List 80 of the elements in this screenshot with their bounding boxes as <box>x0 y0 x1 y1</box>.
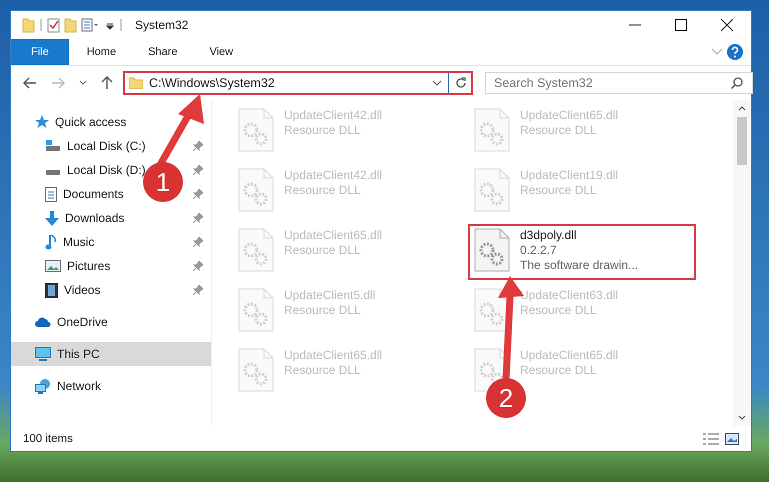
file-name: UpdateClient65.dll <box>520 348 618 362</box>
callout-badge: 2 <box>486 378 526 418</box>
file-description: Resource DLL <box>520 183 598 197</box>
gear-file-icon <box>474 168 510 212</box>
picture-icon <box>45 260 61 272</box>
file-name: UpdateClient63.dll <box>520 288 618 302</box>
scroll-up-icon[interactable] <box>738 106 746 111</box>
file-name: UpdateClient19.dll <box>520 168 618 182</box>
file-description: Resource DLL <box>284 243 362 257</box>
scrollbar-thumb[interactable] <box>737 117 747 165</box>
back-icon[interactable] <box>23 77 37 89</box>
gear-file-icon <box>238 228 274 272</box>
up-icon[interactable] <box>101 76 113 90</box>
file-name: d3dpoly.dll <box>520 228 578 242</box>
file-description: Resource DLL <box>284 303 362 317</box>
document-icon <box>45 186 57 202</box>
item-count: 100 items <box>23 432 73 444</box>
file-description: Resource DLL <box>520 303 598 317</box>
cloud-icon <box>35 317 51 327</box>
file-name: UpdateClient42.dll <box>284 168 382 182</box>
sidebar-item[interactable]: Pictures <box>11 254 211 278</box>
gear-file-icon <box>238 168 274 212</box>
gear-file-icon <box>238 288 274 332</box>
file-description: Resource DLL <box>284 183 362 197</box>
sidebar-item[interactable]: Downloads <box>11 206 211 230</box>
search-field[interactable]: Search System32 <box>485 72 753 94</box>
film-icon <box>45 282 58 298</box>
pin-icon[interactable] <box>193 189 203 199</box>
file-name: UpdateClient65.dll <box>284 228 382 242</box>
download-icon <box>45 210 59 226</box>
scroll-down-icon[interactable] <box>738 415 746 420</box>
star-icon <box>35 115 49 129</box>
dropdown-icon[interactable] <box>432 80 442 86</box>
sidebar-item[interactable]: Music <box>11 230 211 254</box>
pin-icon[interactable] <box>193 165 203 175</box>
sidebar-item[interactable]: This PC <box>11 342 211 366</box>
pin-icon[interactable] <box>193 237 203 247</box>
scrollbar[interactable] <box>733 100 751 426</box>
file-name: UpdateClient65.dll <box>520 108 618 122</box>
file-description: Resource DLL <box>284 123 362 137</box>
ribbon-tab[interactable]: Share <box>134 39 192 65</box>
gear-file-icon <box>474 108 510 152</box>
large-icons-view-icon[interactable] <box>725 432 739 444</box>
gear-file-icon <box>238 108 274 152</box>
file-version: 0.2.2.7 <box>520 243 558 257</box>
help-icon[interactable] <box>727 44 743 60</box>
drive-icon <box>45 140 61 152</box>
file-name: UpdateClient42.dll <box>284 108 382 122</box>
address-field[interactable]: C:\Windows\System32 <box>123 71 473 95</box>
highlighted-file-item[interactable]: d3dpoly.dll 0.2.2.7 The software drawin... <box>468 224 696 280</box>
details-view-icon[interactable] <box>703 432 719 444</box>
file-description: Resource DLL <box>284 363 362 377</box>
sidebar-item[interactable]: Quick access <box>11 110 211 134</box>
pin-icon[interactable] <box>193 261 203 271</box>
refresh-icon[interactable] <box>455 77 467 89</box>
file-name: UpdateClient5.dll <box>284 288 376 302</box>
music-note-icon <box>45 234 57 250</box>
folder-icon <box>129 77 143 89</box>
sidebar-item[interactable]: Videos <box>11 278 211 302</box>
ribbon-tab[interactable]: Home <box>72 39 130 65</box>
window-title: System32 <box>135 18 188 32</box>
gear-file-icon <box>474 228 510 272</box>
file-name: UpdateClient65.dll <box>284 348 382 362</box>
sidebar-item[interactable]: OneDrive <box>11 310 211 334</box>
file-description: Resource DLL <box>520 363 598 377</box>
computer-icon <box>35 347 51 361</box>
pin-icon[interactable] <box>193 285 203 295</box>
sidebar-item[interactable]: Local Disk (C:) <box>11 134 211 158</box>
gear-file-icon <box>238 348 274 392</box>
ribbon-tab[interactable]: View <box>195 39 248 65</box>
maximize-icon[interactable] <box>675 19 687 31</box>
file-description: Resource DLL <box>520 123 598 137</box>
close-icon[interactable] <box>721 19 733 31</box>
network-icon <box>35 378 51 394</box>
pin-icon[interactable] <box>193 213 203 223</box>
pin-icon[interactable] <box>193 141 203 151</box>
ribbon-tab[interactable]: File <box>11 39 69 65</box>
file-description: The software drawin... <box>520 258 638 272</box>
sidebar-item[interactable]: Network <box>11 374 211 398</box>
recent-locations-icon[interactable] <box>79 80 87 86</box>
